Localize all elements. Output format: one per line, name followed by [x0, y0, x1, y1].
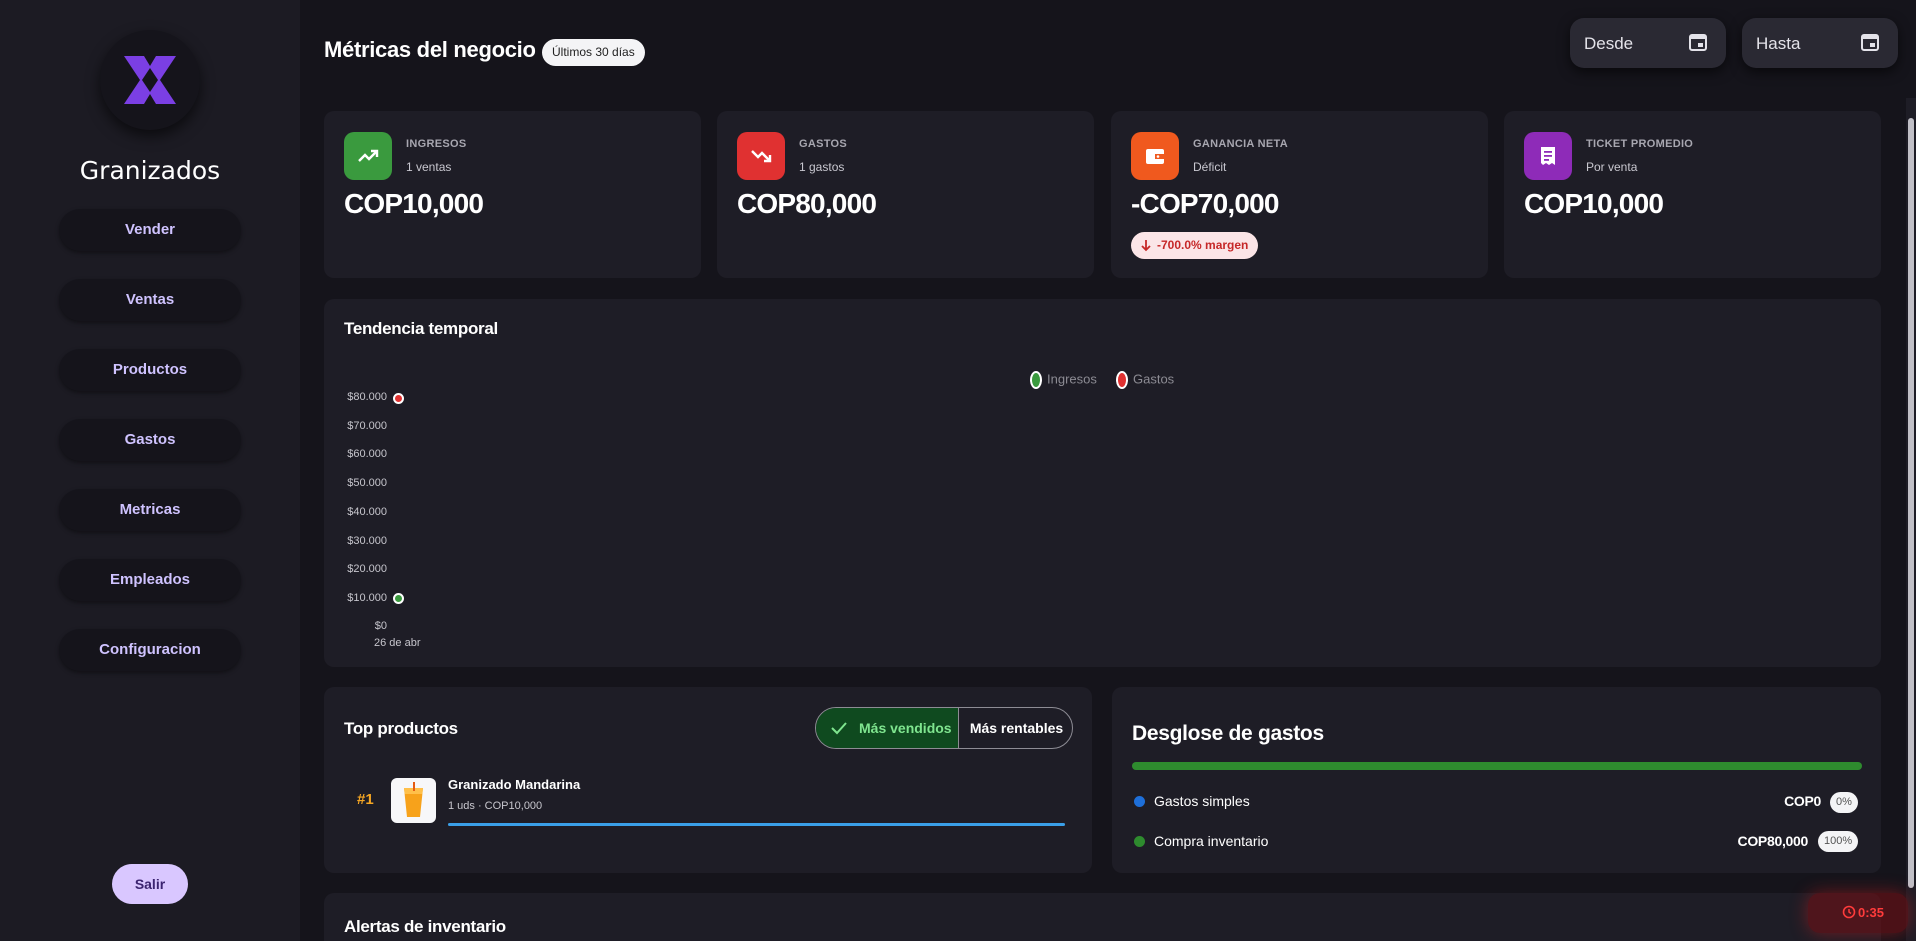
kpi-icon-box	[1131, 132, 1179, 180]
logout-button[interactable]: Salir	[112, 864, 188, 904]
margin-badge: -700.0% margen	[1131, 232, 1259, 259]
logo	[100, 30, 200, 130]
kpi-card-ganancia-neta: GANANCIA NETA Déficit -COP70,000 -700.0%…	[1111, 111, 1488, 278]
kpi-label: GANANCIA NETA	[1193, 138, 1288, 150]
y-tick-label: $70.000	[347, 420, 387, 432]
y-tick-label: $40.000	[347, 506, 387, 518]
expense-percent: 100%	[1818, 831, 1859, 852]
kpi-card-ingresos: INGRESOS 1 ventas COP10,000	[324, 111, 701, 278]
top-products-title: Top productos	[344, 719, 458, 738]
expense-label: Compra inventario	[1154, 833, 1269, 849]
calendar-icon[interactable]	[1688, 32, 1708, 52]
expense-dot	[1134, 836, 1145, 847]
kpi-icon-box	[344, 132, 392, 180]
y-tick-label: $50.000	[347, 477, 387, 489]
kpi-label: GASTOS	[799, 138, 848, 150]
recording-timer[interactable]: 0:35	[1808, 893, 1908, 933]
kpi-label: TICKET PROMEDIO	[1586, 138, 1694, 150]
y-tick-label: $30.000	[347, 535, 387, 547]
legend-gastos[interactable]: Gastos	[1116, 371, 1174, 389]
timer-icon	[1842, 905, 1856, 919]
check-icon	[831, 722, 847, 735]
y-tick-label: $0	[374, 620, 387, 632]
kpi-sub: 1 gastos	[799, 160, 845, 174]
y-tick-label: $80.000	[347, 391, 387, 403]
expense-dot	[1134, 796, 1145, 807]
calendar-icon[interactable]	[1860, 32, 1880, 52]
date-to-label: Hasta	[1756, 34, 1801, 53]
kpi-value: COP80,000	[737, 188, 877, 219]
kpi-card-gastos: GASTOS 1 gastos COP80,000	[717, 111, 1094, 278]
trend-card	[324, 299, 1881, 667]
sidebar: Granizados Vender Ventas Productos Gasto…	[0, 0, 300, 941]
expense-amount: COP0	[1784, 793, 1821, 809]
product-meta: 1 uds · COP10,000	[448, 800, 543, 812]
page-scrollbar[interactable]	[1906, 98, 1916, 941]
top-products-toggle: Más vendidos Más rentables	[815, 707, 1073, 749]
product-thumbnail	[391, 778, 436, 823]
kpi-icon-box	[737, 132, 785, 180]
data-point-gastos[interactable]	[392, 392, 404, 404]
expenses-title: Desglose de gastos	[1132, 722, 1324, 745]
date-to-field[interactable]: Hasta	[1742, 18, 1898, 68]
expenses-bar-fill	[1132, 762, 1862, 770]
kpi-value: -COP70,000	[1131, 188, 1279, 219]
x-tick-label: 26 de abr	[374, 637, 421, 649]
trending-down-icon	[751, 150, 772, 163]
toggle-label: Más vendidos	[859, 720, 952, 736]
product-name: Granizado Mandarina	[448, 777, 581, 792]
kpi-sub: 1 ventas	[406, 160, 452, 174]
kpi-label: INGRESOS	[406, 138, 467, 150]
y-tick-label: $10.000	[347, 592, 387, 604]
kpi-value: COP10,000	[1524, 188, 1664, 219]
receipt-icon	[1541, 147, 1555, 165]
expenses-bar	[1132, 762, 1862, 770]
nav-gastos-button[interactable]: Gastos	[59, 419, 241, 461]
nav-productos-button[interactable]: Productos	[59, 349, 241, 391]
margin-badge-text: -700.0% margen	[1157, 238, 1249, 252]
legend-label: Gastos	[1133, 371, 1175, 387]
nav-empleados-button[interactable]: Empleados	[59, 559, 241, 601]
scrollbar-thumb[interactable]	[1908, 118, 1914, 888]
legend-label: Ingresos	[1047, 371, 1097, 387]
arrow-down-icon	[1141, 240, 1151, 252]
brand-name: Granizados	[79, 156, 221, 185]
expense-label: Gastos simples	[1154, 793, 1250, 809]
trending-up-icon	[358, 149, 379, 162]
y-tick-label: $20.000	[347, 563, 387, 575]
nav-metricas-button[interactable]: Metricas	[59, 489, 241, 531]
data-point-ingresos[interactable]	[392, 592, 404, 604]
page-title: Métricas del negocio	[324, 37, 536, 62]
kpi-card-ticket-promedio: TICKET PROMEDIO Por venta COP10,000	[1504, 111, 1881, 278]
product-rank: #1	[357, 791, 374, 808]
inventory-alerts-title: Alertas de inventario	[344, 917, 506, 936]
date-from-field[interactable]: Desde	[1570, 18, 1726, 68]
logo-icon	[124, 56, 176, 104]
drink-cup-icon	[404, 782, 423, 817]
wallet-icon	[1146, 149, 1164, 164]
nav-configuracion-button[interactable]: Configuracion	[59, 629, 241, 671]
kpi-icon-box	[1524, 132, 1572, 180]
range-badge: Últimos 30 días	[542, 39, 645, 66]
nav-vender-button[interactable]: Vender	[59, 209, 241, 251]
legend-swatch	[1030, 371, 1042, 389]
nav-ventas-button[interactable]: Ventas	[59, 279, 241, 321]
product-share-fill	[448, 823, 1065, 826]
kpi-sub: Por venta	[1586, 160, 1638, 174]
legend-swatch	[1116, 371, 1128, 389]
trend-title: Tendencia temporal	[344, 319, 498, 338]
toggle-mas-rentables[interactable]: Más rentables	[959, 708, 1072, 748]
product-share-bar	[448, 823, 1065, 826]
timer-value: 0:35	[1858, 905, 1885, 920]
expense-amount: COP80,000	[1737, 833, 1809, 849]
inventory-alerts-card	[324, 893, 1881, 941]
date-from-label: Desde	[1584, 34, 1634, 53]
legend-ingresos[interactable]: Ingresos	[1030, 371, 1097, 389]
toggle-mas-vendidos[interactable]: Más vendidos	[816, 708, 959, 748]
y-tick-label: $60.000	[347, 448, 387, 460]
kpi-value: COP10,000	[344, 188, 484, 219]
kpi-sub: Déficit	[1193, 160, 1227, 174]
expense-percent: 0%	[1830, 792, 1858, 813]
